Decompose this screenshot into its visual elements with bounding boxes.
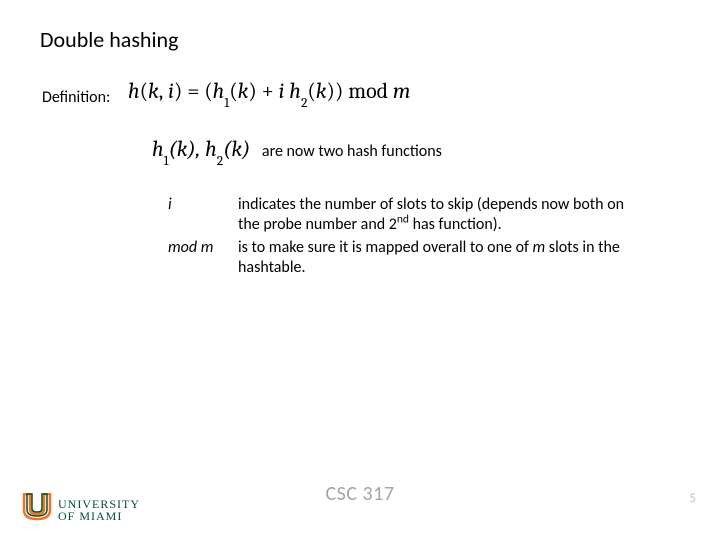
term-definitions: i indicates the number of slots to skip … (168, 195, 648, 281)
logo-text: UNIVERSITY OF MIAMI (58, 498, 140, 522)
term-row-i: i indicates the number of slots to skip … (168, 195, 648, 236)
logo-line1: UNIVERSITY (58, 498, 140, 510)
term-modm-label: mod m (168, 238, 238, 258)
university-logo: UNIVERSITY OF MIAMI (22, 493, 140, 526)
term-row-modm: mod m is to make sure it is mapped overa… (168, 238, 648, 279)
hash-functions-row: h1(k), h2(k) are now two hash functions (152, 138, 442, 165)
u-mark-icon (22, 493, 52, 526)
main-formula: h(k, i) = (h1(k) + i h2(k)) mod m (128, 78, 411, 107)
slide: Double hashing Definition: h(k, i) = (h1… (0, 0, 720, 540)
term-modm-desc: is to make sure it is mapped overall to … (238, 238, 648, 279)
term-i-desc: indicates the number of slots to skip (d… (238, 195, 648, 236)
hash-functions-symbols: h1(k), h2(k) (152, 138, 250, 165)
logo-line2: OF MIAMI (58, 510, 140, 522)
slide-title: Double hashing (40, 26, 178, 53)
page-number: 5 (689, 491, 696, 506)
definition-label: Definition: (42, 88, 110, 107)
term-i-label: i (168, 195, 238, 215)
hash-functions-desc: are now two hash functions (262, 142, 442, 161)
